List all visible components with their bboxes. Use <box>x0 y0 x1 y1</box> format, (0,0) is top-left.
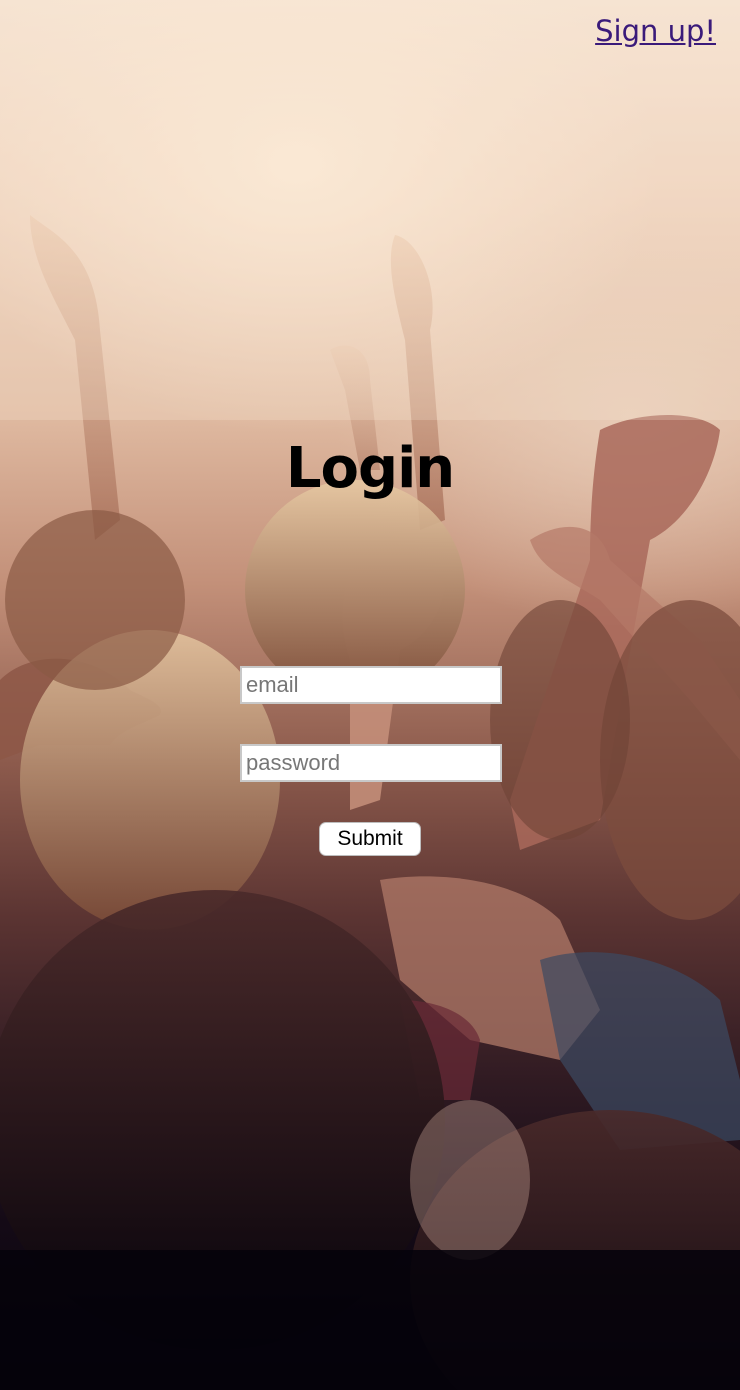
submit-button[interactable]: Submit <box>319 822 421 856</box>
page-title: Login <box>285 436 455 501</box>
login-page: Sign up! Login Submit <box>0 0 740 1390</box>
sign-up-link[interactable]: Sign up! <box>595 14 716 48</box>
password-input[interactable] <box>240 744 502 782</box>
email-input[interactable] <box>240 666 502 704</box>
login-form: Submit <box>0 0 740 1390</box>
